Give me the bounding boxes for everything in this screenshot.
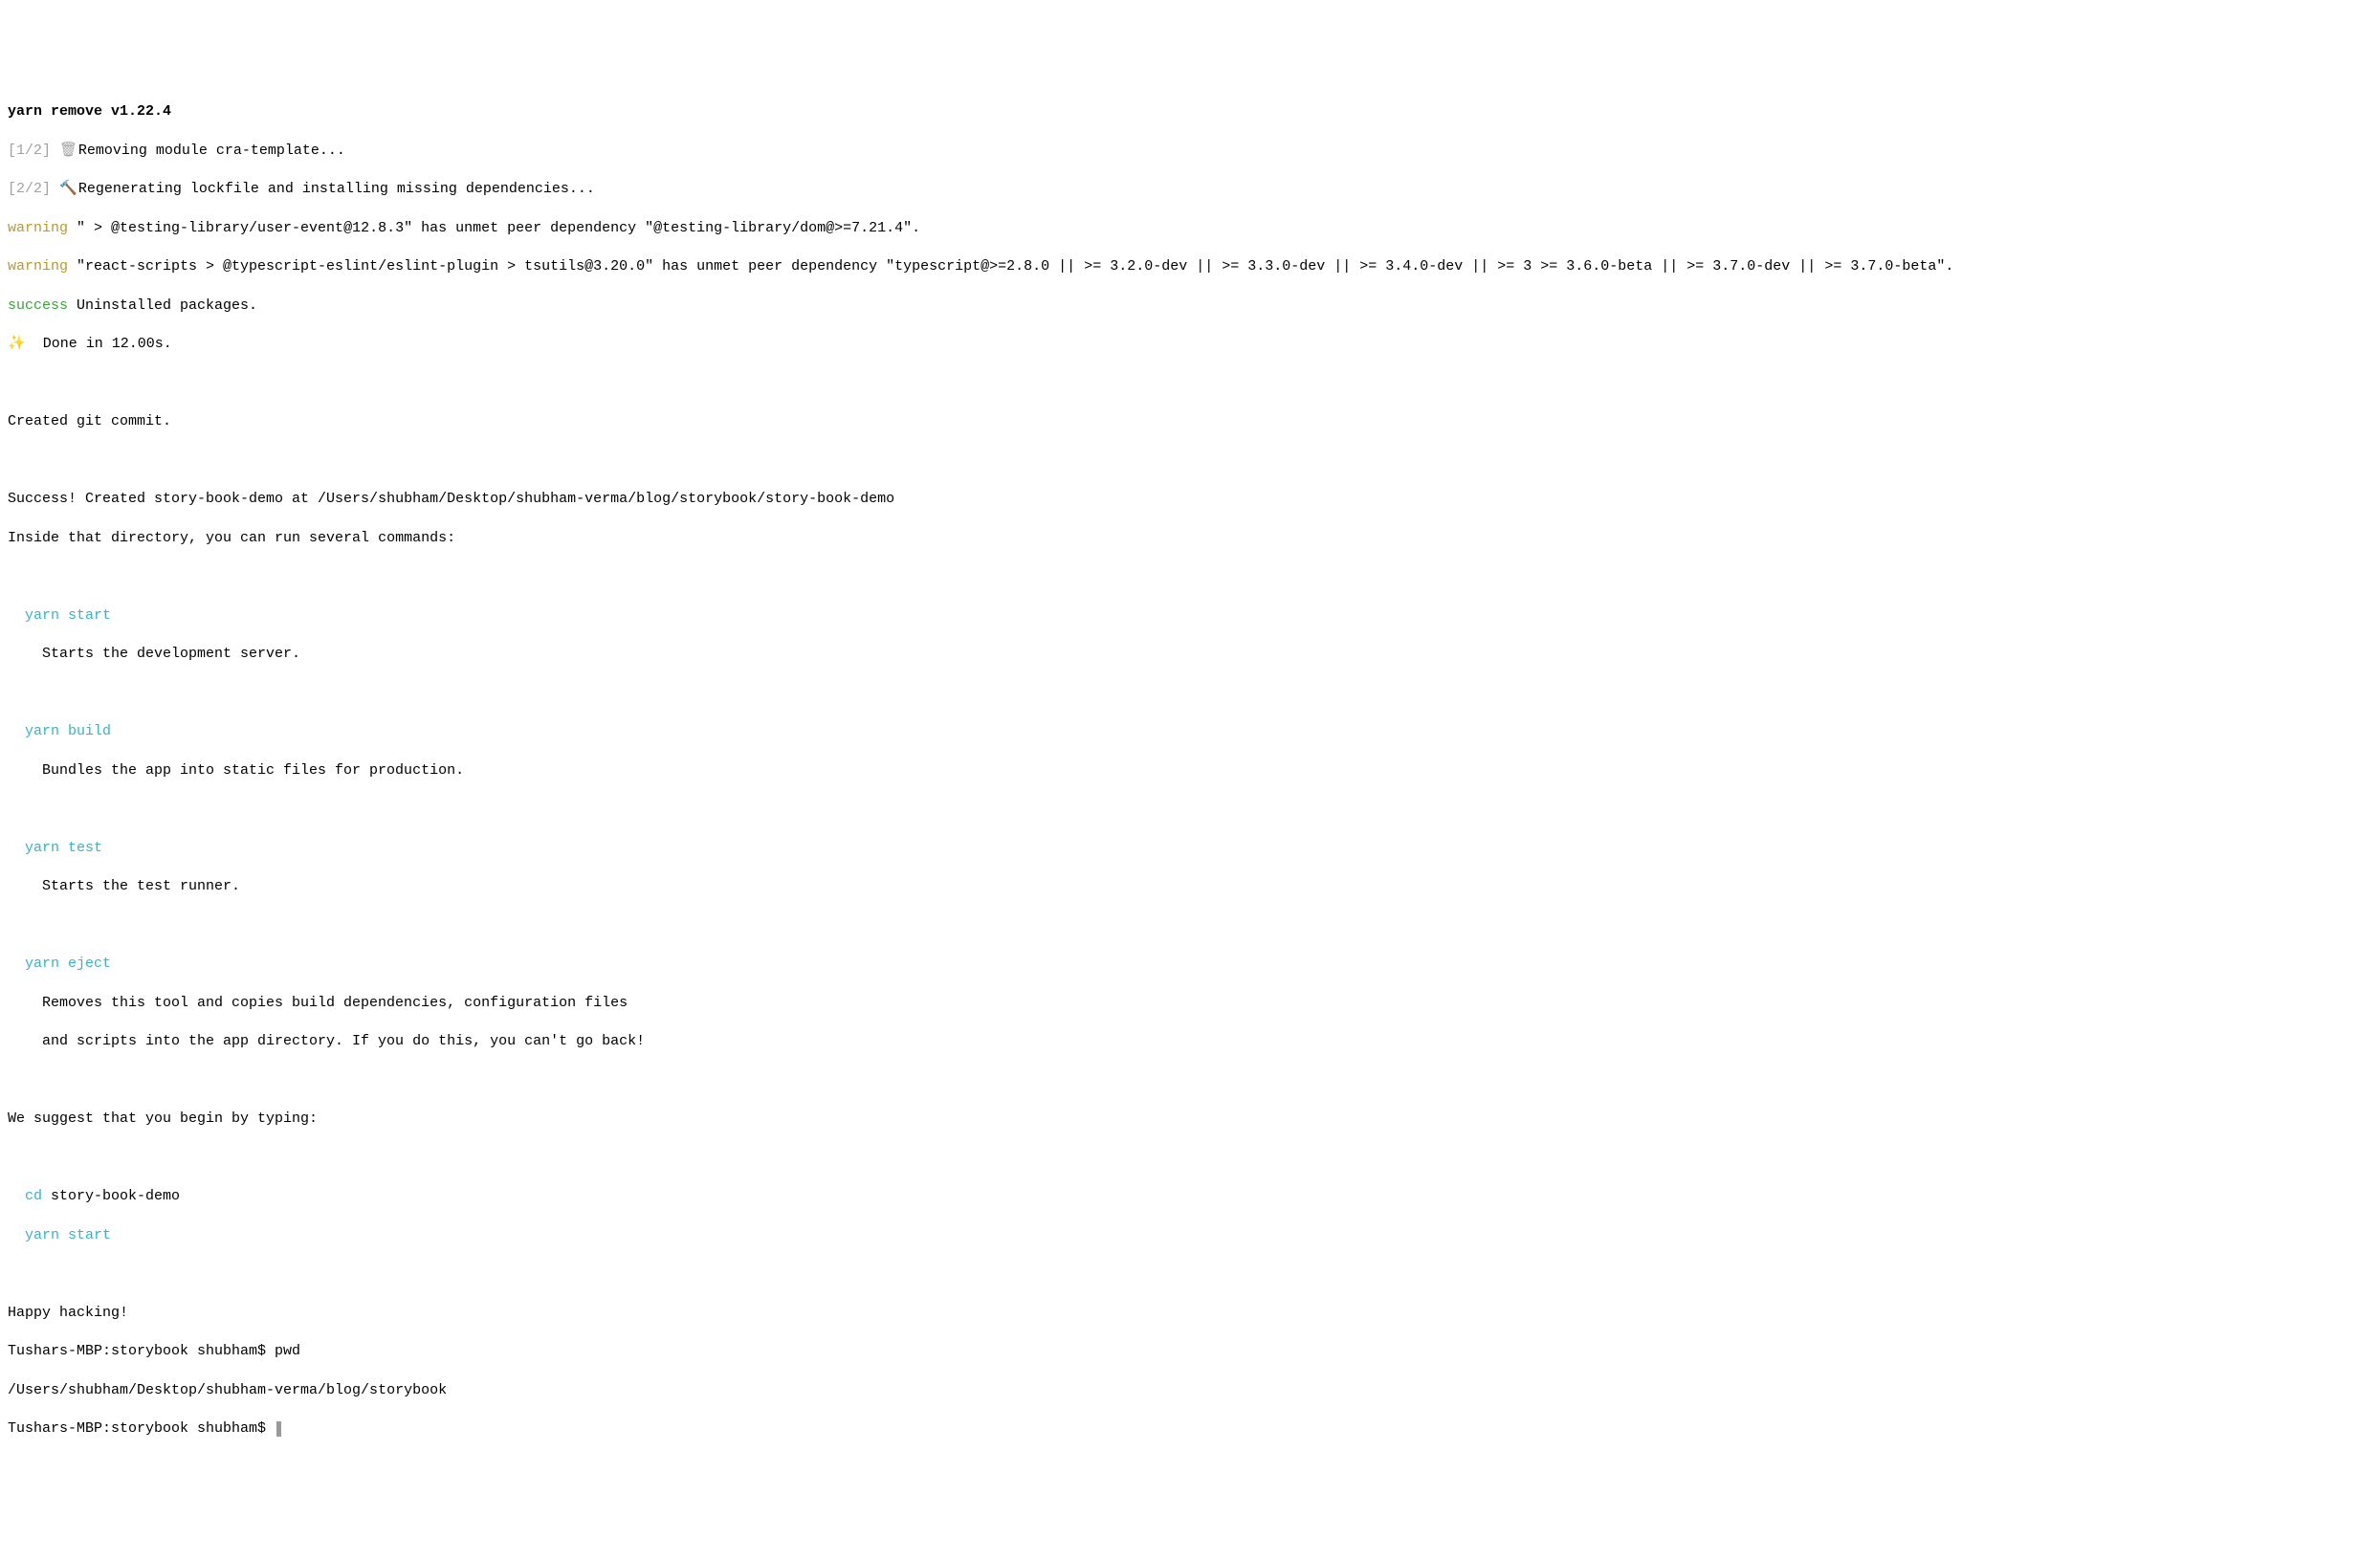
success-text: Uninstalled packages. bbox=[68, 297, 257, 314]
inside-dir-line: Inside that directory, you can run sever… bbox=[8, 529, 2372, 548]
warning-text: "react-scripts > @typescript-eslint/esli… bbox=[68, 258, 1953, 275]
terminal-output: yarn remove v1.22.4 [1/2] 🗑 Removing mod… bbox=[8, 83, 2372, 1459]
shell-command: pwd bbox=[275, 1343, 300, 1359]
blank-line bbox=[8, 916, 2372, 935]
blank-line bbox=[8, 567, 2372, 586]
git-commit-line: Created git commit. bbox=[8, 412, 2372, 431]
warning-label: warning bbox=[8, 220, 68, 236]
warning-label: warning bbox=[8, 258, 68, 275]
begin-cd-line: cd story-book-demo bbox=[8, 1187, 2372, 1206]
shell-prompt: Tushars-MBP:storybook shubham$ bbox=[8, 1420, 275, 1437]
command-desc: Bundles the app into static files for pr… bbox=[8, 761, 2372, 780]
trash-icon: 🗑 bbox=[59, 142, 70, 161]
blank-line bbox=[8, 451, 2372, 471]
command-name: yarn eject bbox=[8, 955, 2372, 974]
step-text: Removing module cra-template... bbox=[70, 143, 345, 159]
step-line: [1/2] 🗑 Removing module cra-template... bbox=[8, 142, 2372, 161]
warning-line: warning "react-scripts > @typescript-esl… bbox=[8, 257, 2372, 276]
shell-prompt: Tushars-MBP:storybook shubham$ bbox=[8, 1343, 275, 1359]
pwd-output: /Users/shubham/Desktop/shubham-verma/blo… bbox=[8, 1381, 2372, 1400]
cd-arg: story-book-demo bbox=[42, 1188, 180, 1204]
step-text: Regenerating lockfile and installing mis… bbox=[70, 181, 595, 197]
command-desc: and scripts into the app directory. If y… bbox=[8, 1032, 2372, 1051]
blank-line bbox=[8, 1071, 2372, 1090]
prompt-line[interactable]: Tushars-MBP:storybook shubham$ bbox=[8, 1419, 2372, 1439]
suggest-line: We suggest that you begin by typing: bbox=[8, 1110, 2372, 1129]
blank-line bbox=[8, 800, 2372, 819]
happy-hacking-line: Happy hacking! bbox=[8, 1304, 2372, 1323]
success-label: success bbox=[8, 297, 68, 314]
blank-line bbox=[8, 1264, 2372, 1284]
cd-command: cd bbox=[25, 1188, 42, 1204]
command-name: yarn build bbox=[8, 722, 2372, 741]
command-name: yarn start bbox=[8, 606, 2372, 626]
step-line: [2/2] 🔨 Regenerating lockfile and instal… bbox=[8, 180, 2372, 199]
cursor-icon bbox=[276, 1421, 281, 1438]
prompt-line: Tushars-MBP:storybook shubham$ pwd bbox=[8, 1342, 2372, 1361]
command-desc: Starts the development server. bbox=[8, 645, 2372, 664]
command-name: yarn test bbox=[8, 839, 2372, 858]
command-desc: Removes this tool and copies build depen… bbox=[8, 994, 2372, 1013]
step-num: [1/2] bbox=[8, 143, 51, 159]
hammer-icon: 🔨 bbox=[59, 180, 70, 199]
blank-line bbox=[8, 374, 2372, 393]
blank-line bbox=[8, 684, 2372, 703]
warning-line: warning " > @testing-library/user-event@… bbox=[8, 219, 2372, 238]
yarn-header: yarn remove v1.22.4 bbox=[8, 102, 2372, 121]
command-desc: Starts the test runner. bbox=[8, 877, 2372, 896]
blank-line bbox=[8, 1149, 2372, 1168]
step-num: [2/2] bbox=[8, 181, 51, 197]
created-success-line: Success! Created story-book-demo at /Use… bbox=[8, 490, 2372, 509]
done-text: Done in 12.00s. bbox=[26, 336, 172, 352]
success-line: success Uninstalled packages. bbox=[8, 297, 2372, 316]
begin-start-line: yarn start bbox=[8, 1226, 2372, 1245]
warning-text: " > @testing-library/user-event@12.8.3" … bbox=[68, 220, 920, 236]
done-line: ✨ Done in 12.00s. bbox=[8, 335, 2372, 354]
sparkle-icon: ✨ bbox=[8, 336, 26, 352]
